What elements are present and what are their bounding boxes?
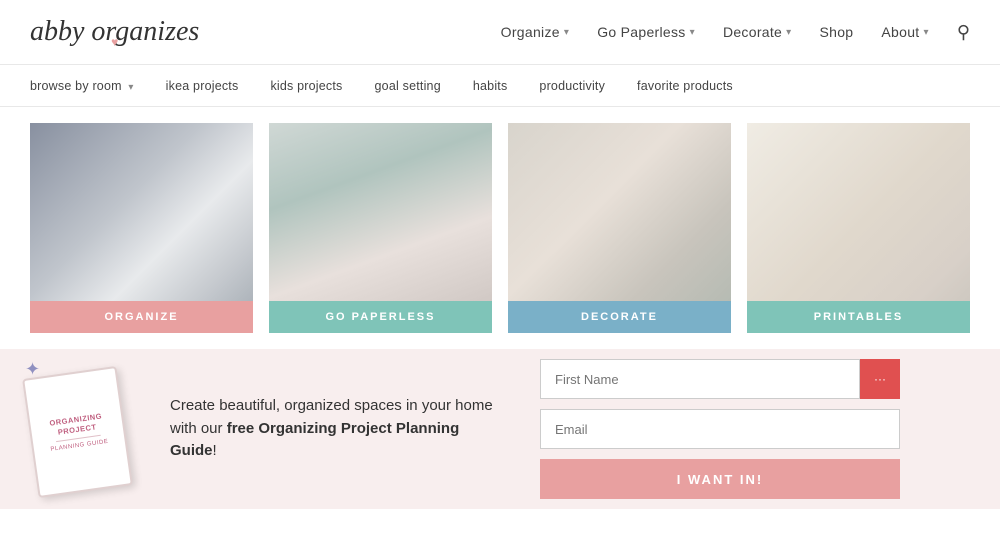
book-title-line1: ORGANIZING PROJECT: [38, 410, 115, 440]
card-organize[interactable]: ORGANIZE: [30, 123, 253, 333]
email-row: [540, 409, 900, 449]
card-decorate-label: DECORATE: [508, 301, 731, 333]
nav-item-decorate[interactable]: Decorate ▾: [723, 24, 792, 40]
subnav-browse-by-room[interactable]: browse by room ▾: [30, 79, 150, 93]
chevron-down-icon: ▾: [786, 27, 791, 38]
cta-paragraph: Create beautiful, organized spaces in yo…: [170, 395, 510, 463]
nav-item-about[interactable]: About ▾: [881, 24, 928, 40]
form-extras-button[interactable]: ···: [860, 359, 900, 399]
main-nav: Organize ▾ Go Paperless ▾ Decorate ▾ Sho…: [501, 22, 970, 43]
first-name-input[interactable]: [540, 359, 860, 399]
cta-section: ✦ ORGANIZING PROJECT planning guide Crea…: [0, 349, 1000, 509]
card-printables[interactable]: PRINTABLES: [747, 123, 970, 333]
nav-item-go-paperless[interactable]: Go Paperless ▾: [597, 24, 695, 40]
chevron-down-icon: ▾: [564, 27, 569, 38]
cta-text-after: !: [213, 442, 217, 459]
card-decorate[interactable]: DECORATE: [508, 123, 731, 333]
chevron-down-icon: ▾: [923, 27, 928, 38]
submit-button[interactable]: I WANT IN!: [540, 459, 900, 499]
card-printables-label: PRINTABLES: [747, 301, 970, 333]
book-image: ✦ ORGANIZING PROJECT planning guide: [30, 364, 140, 494]
subnav-goal-setting[interactable]: goal setting: [359, 79, 457, 93]
subnav-favorite-products[interactable]: favorite products: [621, 79, 749, 93]
cta-text: Create beautiful, organized spaces in yo…: [170, 395, 510, 463]
header: abby organizes ♥ Organize ▾ Go Paperless…: [0, 0, 1000, 65]
subnav-kids-projects[interactable]: kids projects: [254, 79, 358, 93]
subnav-habits[interactable]: habits: [457, 79, 524, 93]
logo-heart: ♥: [111, 35, 118, 50]
image-grid: ORGANIZE GO PAPERLESS DECORATE PRINTABLE…: [0, 123, 1000, 333]
chevron-down-icon: ▾: [690, 27, 695, 38]
signup-form: ··· I WANT IN!: [540, 359, 900, 499]
nav-item-shop[interactable]: Shop: [819, 24, 853, 40]
subnav-ikea-projects[interactable]: ikea projects: [150, 79, 255, 93]
subnav-productivity[interactable]: productivity: [523, 79, 621, 93]
first-name-row: ···: [540, 359, 900, 399]
card-organize-label: ORGANIZE: [30, 301, 253, 333]
subnav: browse by room ▾ ikea projects kids proj…: [0, 65, 1000, 107]
card-go-paperless[interactable]: GO PAPERLESS: [269, 123, 492, 333]
nav-item-organize[interactable]: Organize ▾: [501, 24, 570, 40]
search-button[interactable]: ⚲: [957, 22, 970, 43]
email-input[interactable]: [540, 409, 900, 449]
chevron-down-icon: ▾: [128, 82, 133, 93]
logo[interactable]: abby organizes ♥: [30, 16, 199, 48]
card-paperless-label: GO PAPERLESS: [269, 301, 492, 333]
book-visual: ORGANIZING PROJECT planning guide: [22, 366, 133, 498]
